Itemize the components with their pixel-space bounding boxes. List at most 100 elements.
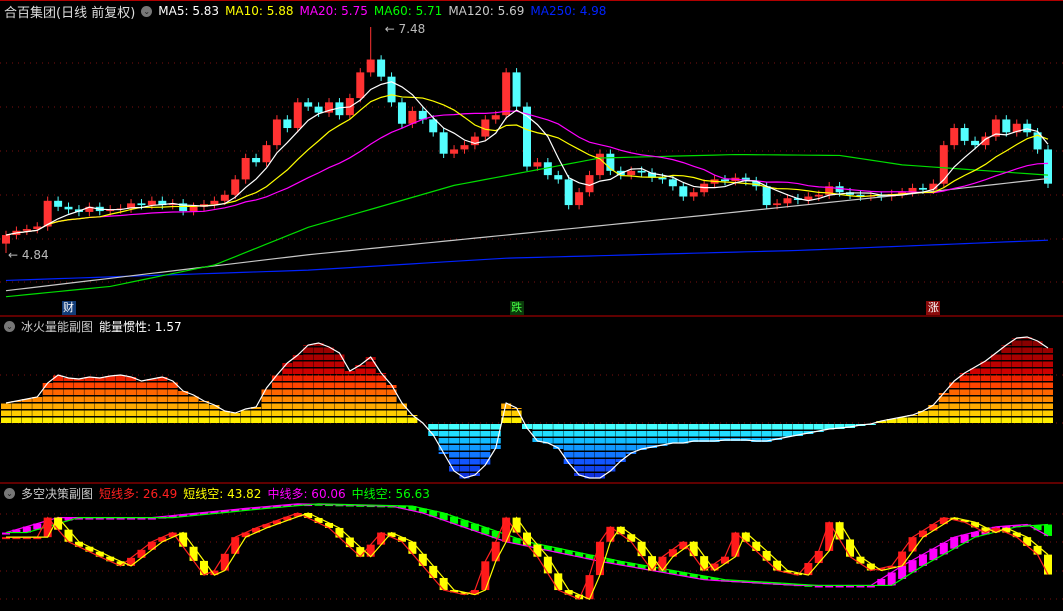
candle-up [689, 192, 698, 197]
energy-bar-segment [594, 445, 605, 451]
energy-bar-segment [594, 459, 605, 465]
energy-bar-segment [219, 417, 230, 423]
candle-down [918, 187, 927, 190]
signal-marker[interactable]: 涨 [926, 301, 941, 315]
energy-bar-segment [605, 445, 616, 451]
energy-bar-segment [324, 368, 335, 374]
energy-bar-segment [188, 417, 199, 423]
chevron-down-icon[interactable]: ⌄ [141, 5, 153, 17]
short-bar [543, 556, 552, 574]
energy-bar-segment [459, 452, 470, 458]
energy-bar-segment [313, 410, 324, 416]
energy-bar-segment [334, 396, 345, 402]
energy-bar-segment [990, 410, 1001, 416]
short-short-line [6, 512, 1049, 601]
energy-bar-segment [21, 417, 32, 423]
short-bar [773, 560, 782, 571]
energy-bar-segment [574, 445, 585, 451]
energy-bar-segment [469, 459, 480, 465]
energy-bar-segment [699, 424, 710, 430]
energy-bar-segment [115, 417, 126, 423]
energy-bar-segment [313, 354, 324, 360]
energy-bar-segment [605, 438, 616, 444]
candle-up [491, 115, 500, 120]
energy-bar-segment [355, 403, 366, 409]
energy-bar-segment [907, 417, 918, 423]
energy-bar-segment [63, 417, 74, 423]
energy-bar-segment [657, 438, 668, 444]
energy-bar-segment [594, 438, 605, 444]
energy-bar-segment [42, 396, 53, 402]
chevron-down-icon[interactable]: ⌄ [4, 320, 15, 332]
energy-bar-segment [42, 389, 53, 395]
energy-bar-segment [1043, 403, 1053, 409]
energy-bar-segment [563, 445, 574, 451]
energy-bar-segment [324, 410, 335, 416]
signal-marker[interactable]: 财 [61, 301, 76, 315]
energy-bar-segment [292, 375, 303, 381]
energy-bar-segment [959, 410, 970, 416]
energy-bar-segment [146, 417, 157, 423]
energy-bar-segment [42, 403, 53, 409]
energy-bar-segment [42, 417, 53, 423]
stock-chart[interactable]: ← 7.48 ← 4.84 [0, 0, 1063, 611]
energy-bar-segment [792, 424, 803, 430]
energy-bar-segment [21, 403, 32, 409]
candle-up [231, 179, 240, 195]
energy-bar-segment [928, 410, 939, 416]
energy-bar-segment [1001, 403, 1012, 409]
energy-bar-segment [334, 382, 345, 388]
energy-bar-segment [636, 431, 647, 437]
energy-bar-segment [376, 410, 387, 416]
energy-bar-segment [355, 375, 366, 381]
energy-bar-segment [740, 424, 751, 430]
energy-bar-segment [970, 396, 981, 402]
energy-bar-segment [1001, 361, 1012, 367]
energy-bar-segment [136, 410, 147, 416]
energy-bar-segment [303, 417, 314, 423]
energy-bar-segment [136, 396, 147, 402]
short-bar [898, 551, 907, 566]
energy-bar-segment [136, 403, 147, 409]
energy-bar-segment [949, 396, 960, 402]
energy-bar-segment [584, 424, 595, 430]
chevron-down-icon[interactable]: ⌄ [4, 487, 15, 499]
energy-bar-segment [240, 417, 251, 423]
energy-bar-segment [449, 445, 460, 451]
energy-bar-segment [282, 375, 293, 381]
energy-bar-segment [313, 347, 324, 353]
short-bar [523, 532, 531, 545]
energy-bar-segment [1022, 403, 1033, 409]
energy-bar-segment [647, 424, 658, 430]
energy-bar-segment [303, 368, 314, 374]
energy-bar-segment [615, 445, 626, 451]
energy-bar-segment [1032, 354, 1043, 360]
energy-bar-segment [980, 368, 991, 374]
energy-bar-segment [42, 410, 53, 416]
energy-bar-segment [188, 410, 199, 416]
short-bar [64, 529, 73, 542]
energy-bar-segment [157, 382, 168, 388]
energy-bar-segment [126, 396, 137, 402]
energy-bar-segment [459, 438, 470, 444]
energy-bar-segment [282, 403, 293, 409]
energy-bar-segment [1011, 368, 1022, 374]
energy-bar-segment [594, 424, 605, 430]
energy-bar-segment [1001, 389, 1012, 395]
energy-bar-segment [584, 431, 595, 437]
energy-bar-segment [376, 396, 387, 402]
energy-bar-segment [667, 431, 678, 437]
signal-marker[interactable]: 跌 [509, 301, 524, 315]
energy-bar-segment [917, 417, 928, 423]
candle-down [64, 206, 73, 210]
energy-bar-segment [313, 361, 324, 367]
energy-bar-segment [647, 438, 658, 444]
candle-down [54, 200, 63, 207]
energy-bar-segment [334, 410, 345, 416]
energy-bar-segment [803, 424, 814, 430]
energy-bar-segment [157, 396, 168, 402]
energy-bar-segment [386, 410, 397, 416]
energy-bar-segment [157, 403, 168, 409]
energy-bar-segment [53, 417, 64, 423]
energy-bar-segment [292, 410, 303, 416]
